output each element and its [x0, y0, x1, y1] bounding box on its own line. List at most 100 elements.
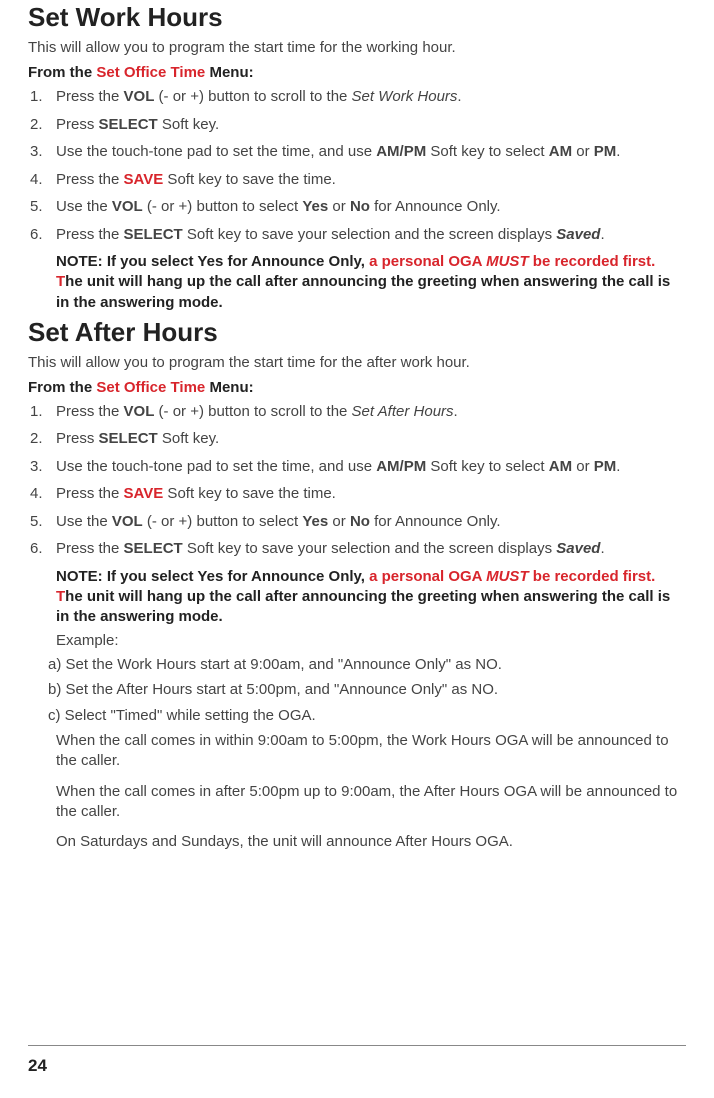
- menu-from-red: Set Office Time: [96, 64, 205, 81]
- vol-label: VOL: [124, 403, 155, 420]
- text: (- or +) button to select: [143, 513, 303, 530]
- text: Use the touch-tone pad to set the time, …: [56, 143, 376, 160]
- note-red-1: a personal OGA: [369, 253, 486, 270]
- text: Soft key.: [158, 116, 219, 133]
- text: or: [572, 143, 594, 160]
- vol-label: VOL: [112, 198, 143, 215]
- saved-label: Saved: [556, 540, 600, 557]
- text: Press the: [56, 226, 124, 243]
- text: Use the: [56, 513, 112, 530]
- step-3: Use the touch-tone pad to set the time, …: [28, 142, 686, 162]
- text: Soft key to save the time.: [163, 171, 336, 188]
- menu-from-pre: From the: [28, 64, 96, 81]
- step-2: Press SELECT Soft key.: [28, 429, 686, 449]
- text: Press the: [56, 485, 124, 502]
- saved-label: Saved: [556, 226, 600, 243]
- text: Press the: [56, 540, 124, 557]
- text: (- or +) button to scroll to the: [154, 403, 351, 420]
- step-3: Use the touch-tone pad to set the time, …: [28, 457, 686, 477]
- example-b: b) Set the After Hours start at 5:00pm, …: [48, 680, 686, 700]
- ampm-label: AM/PM: [376, 458, 426, 475]
- steps-work-hours: Press the VOL (- or +) button to scroll …: [28, 87, 686, 244]
- text: Soft key to select: [426, 143, 549, 160]
- note-suffix: he unit will hang up the call after anno…: [56, 588, 670, 625]
- note-after-hours: NOTE: If you select Yes for Announce Onl…: [56, 567, 686, 628]
- step-4: Press the SAVE Soft key to save the time…: [28, 170, 686, 190]
- menu-from-post: Menu:: [205, 64, 253, 81]
- menu-from-post: Menu:: [205, 379, 253, 396]
- text: Press the: [56, 171, 124, 188]
- vol-label: VOL: [124, 88, 155, 105]
- note-prefix: NOTE: If you select Yes for Announce Onl…: [56, 568, 369, 585]
- menu-from-1: From the Set Office Time Menu:: [28, 64, 686, 81]
- steps-after-hours: Press the VOL (- or +) button to scroll …: [28, 402, 686, 559]
- note-prefix: NOTE: If you select Yes for Announce Onl…: [56, 253, 369, 270]
- save-label: SAVE: [124, 485, 164, 502]
- pm-label: PM: [594, 143, 617, 160]
- example-a: a) Set the Work Hours start at 9:00am, a…: [48, 655, 686, 675]
- note-red-1: a personal OGA: [369, 568, 486, 585]
- step-5: Use the VOL (- or +) button to select Ye…: [28, 197, 686, 217]
- step-2: Press SELECT Soft key.: [28, 115, 686, 135]
- text: or: [572, 458, 594, 475]
- text: Press the: [56, 403, 124, 420]
- intro-work-hours: This will allow you to program the start…: [28, 39, 686, 56]
- menu-from-red: Set Office Time: [96, 379, 205, 396]
- heading-set-work-hours: Set Work Hours: [28, 2, 686, 33]
- select-label: SELECT: [124, 540, 183, 557]
- text: Soft key to select: [426, 458, 549, 475]
- text: .: [616, 143, 620, 160]
- example-para-1: When the call comes in within 9:00am to …: [56, 731, 686, 772]
- text: Soft key.: [158, 430, 219, 447]
- step-1: Press the VOL (- or +) button to scroll …: [28, 87, 686, 107]
- text: (- or +) button to scroll to the: [154, 88, 351, 105]
- text: Press: [56, 116, 99, 133]
- text: (- or +) button to select: [143, 198, 303, 215]
- text: for Announce Only.: [370, 198, 501, 215]
- note-work-hours: NOTE: If you select Yes for Announce Onl…: [56, 252, 686, 313]
- text: for Announce Only.: [370, 513, 501, 530]
- step-5: Use the VOL (- or +) button to select Ye…: [28, 512, 686, 532]
- yes-label: Yes: [302, 513, 328, 530]
- text: Soft key to save your selection and the …: [183, 226, 557, 243]
- text: Use the: [56, 198, 112, 215]
- menu-from-pre: From the: [28, 379, 96, 396]
- note-suffix: he unit will hang up the call after anno…: [56, 273, 670, 310]
- am-label: AM: [549, 458, 572, 475]
- step-1: Press the VOL (- or +) button to scroll …: [28, 402, 686, 422]
- save-label: SAVE: [124, 171, 164, 188]
- no-label: No: [350, 198, 370, 215]
- yes-label: Yes: [302, 198, 328, 215]
- example-c: c) Select "Timed" while setting the OGA.: [48, 706, 686, 726]
- no-label: No: [350, 513, 370, 530]
- text: or: [328, 513, 350, 530]
- target-label: Set After Hours: [352, 403, 454, 420]
- footer-divider: [28, 1045, 686, 1046]
- ampm-label: AM/PM: [376, 143, 426, 160]
- example-para-3: On Saturdays and Sundays, the unit will …: [56, 832, 686, 852]
- am-label: AM: [549, 143, 572, 160]
- note-must: MUST: [486, 253, 529, 270]
- text: Press the: [56, 88, 124, 105]
- text: .: [616, 458, 620, 475]
- step-6: Press the SELECT Soft key to save your s…: [28, 539, 686, 559]
- intro-after-hours: This will allow you to program the start…: [28, 354, 686, 371]
- step-4: Press the SAVE Soft key to save the time…: [28, 484, 686, 504]
- text: Press: [56, 430, 99, 447]
- heading-set-after-hours: Set After Hours: [28, 317, 686, 348]
- menu-from-2: From the Set Office Time Menu:: [28, 379, 686, 396]
- example-para-2: When the call comes in after 5:00pm up t…: [56, 782, 686, 823]
- text: or: [328, 198, 350, 215]
- text: Soft key to save your selection and the …: [183, 540, 557, 557]
- target-label: Set Work Hours: [352, 88, 458, 105]
- select-label: SELECT: [124, 226, 183, 243]
- select-label: SELECT: [99, 430, 158, 447]
- page-number: 24: [28, 1056, 47, 1076]
- vol-label: VOL: [112, 513, 143, 530]
- step-6: Press the SELECT Soft key to save your s…: [28, 225, 686, 245]
- text: Use the touch-tone pad to set the time, …: [56, 458, 376, 475]
- text: Soft key to save the time.: [163, 485, 336, 502]
- text: .: [454, 403, 458, 420]
- text: .: [600, 226, 604, 243]
- example-label: Example:: [56, 632, 686, 649]
